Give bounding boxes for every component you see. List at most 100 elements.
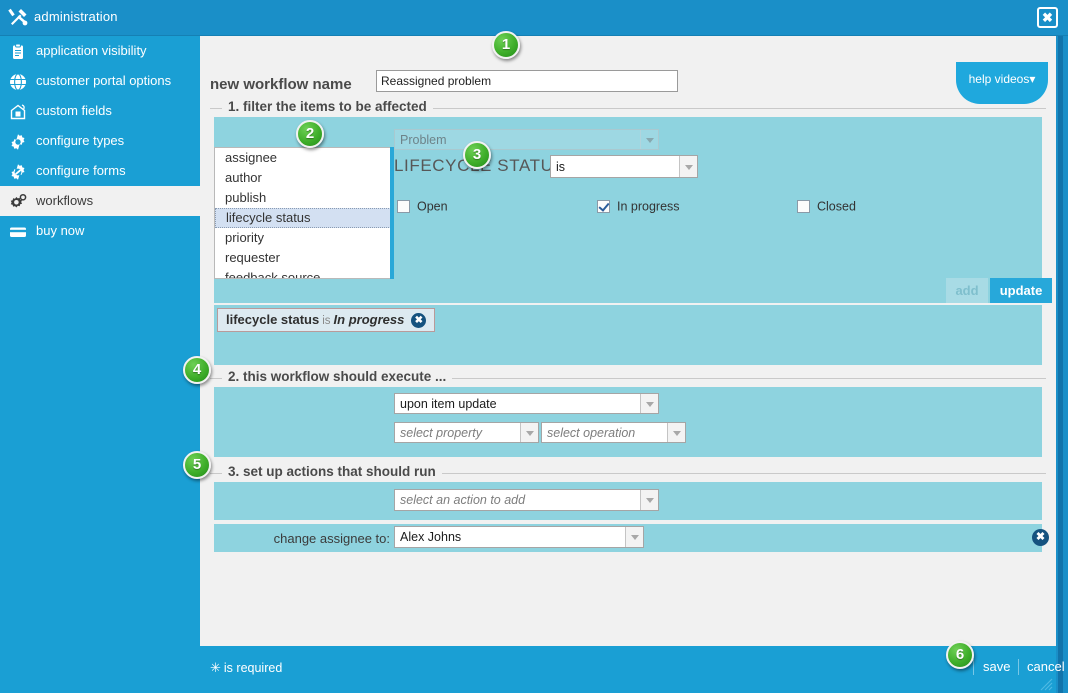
remove-action-icon[interactable]: ✖	[1032, 529, 1049, 546]
sidebar-item-custom-fields[interactable]: custom fields	[0, 96, 200, 126]
title-bar: administration ✖	[0, 0, 1068, 36]
filter-operator: is	[322, 315, 331, 327]
footer-divider-left	[973, 659, 974, 675]
sidebar-item-label: buy now	[36, 223, 85, 238]
trigger-operation-select[interactable]: select operation	[541, 422, 686, 443]
right-scroll-track[interactable]	[1058, 36, 1063, 693]
section-filter-legend: 1. filter the items to be affected	[222, 99, 433, 114]
checkbox-input[interactable]	[597, 200, 610, 214]
chevron-down-icon	[640, 130, 658, 149]
footer-bar: ✳ is required save cancel	[200, 646, 1065, 693]
cancel-button[interactable]: cancel	[1027, 659, 1065, 674]
update-filter-button[interactable]: update	[990, 278, 1052, 303]
chevron-down-icon: ▾	[1029, 72, 1036, 86]
checkbox-label: Closed	[817, 199, 856, 214]
list-item[interactable]: priority	[215, 228, 393, 248]
sidebar-item-label: configure forms	[36, 163, 126, 178]
section-actions-legend: 3. set up actions that should run	[222, 464, 442, 479]
operator-value: is	[556, 159, 566, 174]
applied-filter-chip: lifecycle status is In progress ✖	[217, 308, 436, 332]
checkbox-input[interactable]	[397, 200, 410, 214]
globe-icon	[9, 72, 27, 91]
add-filter-button[interactable]: add	[946, 278, 988, 303]
help-videos-button[interactable]: help videos▾	[956, 62, 1048, 104]
checkbox-closed[interactable]: Closed	[797, 199, 856, 214]
update-filter-label: update	[999, 283, 1043, 298]
fields-icon	[9, 102, 27, 120]
required-star-icon: ✳	[210, 660, 221, 675]
sidebar-item-label: application visibility	[36, 43, 147, 58]
admin-window: administration ✖ application visibility	[0, 0, 1068, 693]
action-assignee-value: Alex Johns	[400, 530, 462, 544]
footer-divider-right	[1018, 659, 1019, 675]
gear-icon	[9, 132, 27, 150]
sidebar-item-label: custom fields	[36, 103, 112, 118]
resize-handle[interactable]	[1039, 677, 1053, 691]
add-filter-label: add	[955, 283, 979, 298]
main-panel: help videos▾ new workflow name 1. filter…	[200, 36, 1065, 693]
sidebar-item-configure-types[interactable]: configure types	[0, 126, 200, 156]
credit-card-icon	[9, 222, 27, 240]
list-item[interactable]: author	[215, 168, 393, 188]
chevron-down-icon	[667, 423, 685, 442]
gears-icon	[9, 192, 27, 210]
action-select[interactable]: select an action to add	[394, 489, 659, 511]
chevron-down-icon	[625, 527, 643, 547]
filter-key: lifecycle status	[226, 312, 320, 327]
help-videos-label: help videos	[968, 72, 1030, 86]
sidebar-item-buy-now[interactable]: buy now	[0, 216, 200, 246]
callout-badge-4: 4	[183, 356, 211, 384]
action-row-label: change assignee to:	[273, 531, 390, 546]
callout-badge-5: 5	[183, 451, 211, 479]
action-placeholder: select an action to add	[400, 493, 526, 507]
close-icon[interactable]: ✖	[1037, 7, 1058, 28]
checkbox-label: Open	[417, 199, 448, 214]
sidebar-item-label: workflows	[36, 193, 94, 208]
sidebar-item-configure-forms[interactable]: configure forms	[0, 156, 200, 186]
trigger-property-placeholder: select property	[400, 425, 482, 440]
checkbox-open[interactable]: Open	[397, 199, 448, 214]
sidebar-item-label: customer portal options	[36, 73, 172, 88]
tools-icon	[8, 6, 30, 28]
filter-value: In progress	[333, 312, 405, 327]
action-assignee-select[interactable]: Alex Johns	[394, 526, 644, 548]
required-note-text: is required	[223, 661, 283, 675]
section-execute-legend: 2. this workflow should execute ...	[222, 369, 453, 384]
chevron-down-icon	[520, 423, 538, 442]
chevron-down-icon	[640, 394, 658, 413]
list-item[interactable]: feedback source	[215, 268, 393, 278]
operator-select[interactable]: is	[550, 155, 698, 178]
remove-filter-icon[interactable]: ✖	[411, 313, 427, 329]
trigger-select[interactable]: upon item update	[394, 393, 659, 414]
trigger-property-select[interactable]: select property	[394, 422, 539, 443]
item-type-select[interactable]: Problem	[394, 129, 659, 150]
chevron-down-icon	[679, 156, 697, 177]
save-button[interactable]: save	[983, 659, 1010, 674]
sidebar-item-label: configure types	[36, 133, 125, 148]
checkbox-in-progress[interactable]: In progress	[597, 199, 680, 214]
sidebar-item-application-visibility[interactable]: application visibility	[0, 36, 200, 66]
callout-badge-1: 1	[492, 31, 520, 59]
window-title: administration	[34, 9, 118, 24]
workflow-name-input[interactable]	[376, 70, 678, 92]
checkbox-label: In progress	[617, 199, 680, 214]
callout-badge-3: 3	[463, 141, 491, 169]
clipboard-icon	[9, 42, 27, 60]
callout-badge-2: 2	[296, 120, 324, 148]
property-list[interactable]: assignee author publish lifecycle status…	[214, 147, 394, 279]
trigger-value: upon item update	[400, 396, 497, 411]
list-item[interactable]: publish	[215, 188, 393, 208]
right-edge-strip	[1056, 36, 1068, 693]
sidebar: application visibility customer portal o…	[0, 36, 200, 693]
callout-badge-6: 6	[946, 641, 974, 669]
checkbox-input[interactable]	[797, 200, 810, 214]
workflow-name-label: new workflow name	[210, 76, 352, 93]
list-item-selected[interactable]: lifecycle status	[215, 208, 393, 228]
gear-pencil-icon	[9, 162, 27, 180]
list-item[interactable]: assignee	[215, 148, 393, 168]
chevron-down-icon	[640, 490, 658, 510]
sidebar-item-customer-portal-options[interactable]: customer portal options	[0, 66, 200, 96]
sidebar-item-workflows[interactable]: workflows	[0, 186, 200, 216]
list-item[interactable]: requester	[215, 248, 393, 268]
trigger-operation-placeholder: select operation	[547, 425, 636, 440]
